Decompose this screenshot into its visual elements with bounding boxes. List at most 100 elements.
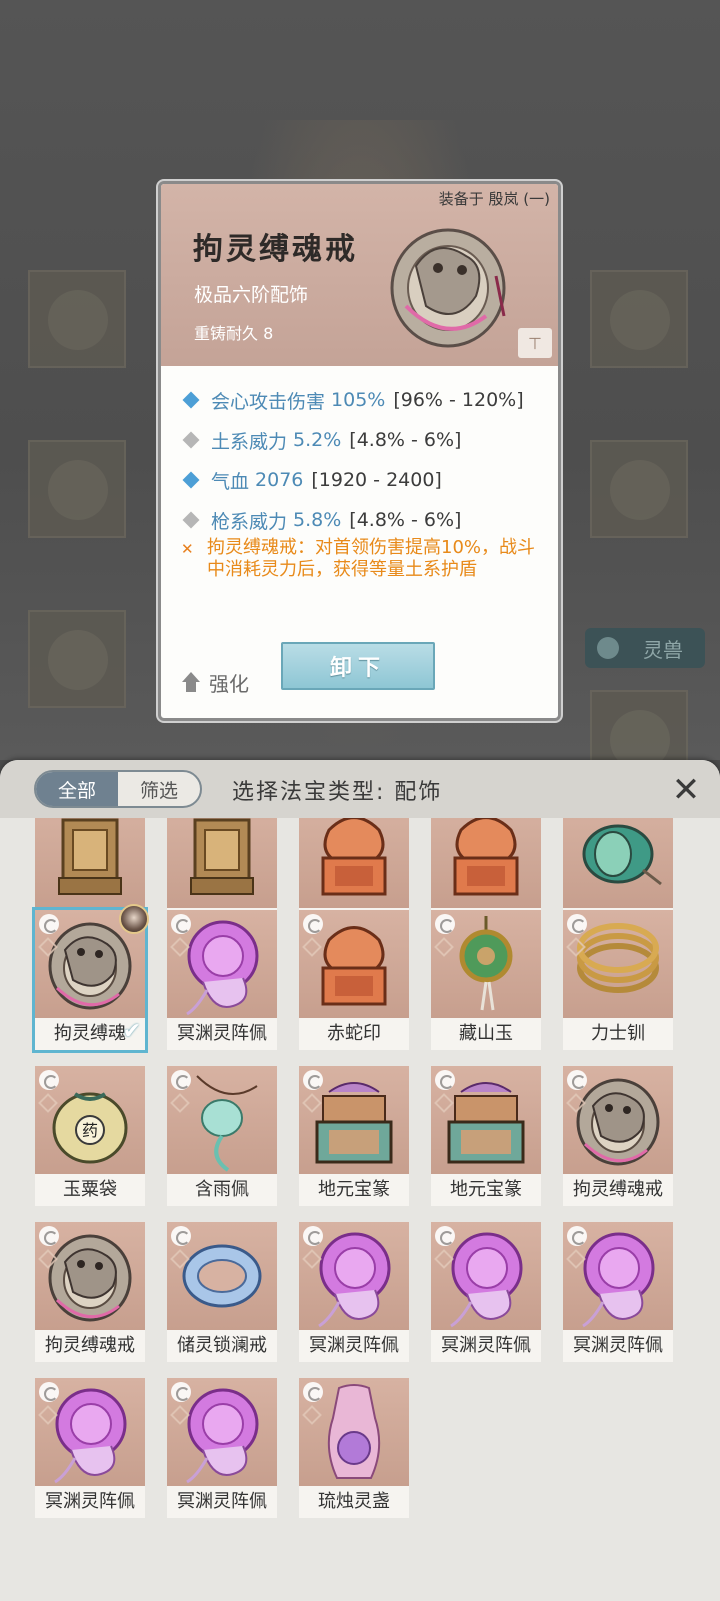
item-card[interactable]: 拘灵缚魂 ✔ — [32, 904, 149, 1053]
item-name: 地元宝篆 — [450, 1179, 522, 1200]
stat-range: [4.8% - 6%] — [349, 509, 462, 531]
item-card[interactable]: 赤蛇印 — [299, 910, 409, 1050]
item-art-seal-gold — [167, 818, 277, 908]
item-grid: 紫阳印铄金印赤蛇印赤蛇印青木鼓拘灵缚魂✔冥渊灵阵佩赤蛇印藏山玉力士钏药玉粟袋含雨… — [0, 818, 720, 1601]
diamond-icon — [182, 511, 200, 529]
diamond-icon — [182, 431, 200, 449]
accessory-type-icon — [39, 1226, 59, 1246]
equipped-on-label: 装备于 殷岚 (一) — [438, 190, 550, 208]
item-name: 冥渊灵阵佩 — [441, 1335, 531, 1356]
panel-title: 选择法宝类型: 配饰 — [232, 780, 443, 805]
accessory-type-icon — [171, 1070, 191, 1090]
item-card[interactable]: 拘灵缚魂戒 — [563, 1066, 673, 1206]
enhance-label: 强化 — [209, 672, 249, 696]
accessory-type-icon — [303, 1382, 323, 1402]
item-name: 冥渊灵阵佩 — [177, 1023, 267, 1044]
item-art-drum — [563, 818, 673, 908]
stat-range: [4.8% - 6%] — [349, 429, 462, 451]
beast-icon — [597, 637, 619, 659]
item-name: 地元宝篆 — [318, 1179, 390, 1200]
special-effect: ✕ 拘灵缚魂戒：对首领伤害提高10%，战斗中消耗灵力后，获得等量土系护盾 — [181, 537, 541, 581]
equip-slot-armor — [28, 440, 126, 538]
detail-header: 装备于 殷岚 (一) 拘灵缚魂戒 极品六阶配饰 重铸耐久 8 ⊤ — [161, 184, 558, 366]
accessory-type-icon — [303, 914, 323, 934]
owner-avatar — [119, 904, 149, 934]
item-card[interactable]: 含雨佩 — [167, 1066, 277, 1206]
item-card[interactable]: 冥渊灵阵佩 — [431, 1222, 541, 1362]
stat-value: 5.8% — [293, 509, 342, 531]
stat-line: 会心攻击伤害 105% [96% - 120%] — [181, 380, 551, 420]
item-card[interactable]: 储灵锁澜戒 — [167, 1222, 277, 1362]
accessory-type-icon — [171, 1226, 191, 1246]
item-card[interactable]: 冥渊灵阵佩 — [167, 910, 277, 1050]
unequip-button[interactable]: 卸下 — [281, 642, 435, 690]
accessory-type-icon — [39, 1382, 59, 1402]
item-name: 玉粟袋 — [63, 1179, 117, 1200]
item-card[interactable]: 地元宝篆 — [299, 1066, 409, 1206]
item-card[interactable]: 冥渊灵阵佩 — [563, 1222, 673, 1362]
item-card[interactable]: 冥渊灵阵佩 — [167, 1378, 277, 1518]
stat-value: 2076 — [255, 469, 304, 491]
item-detail-popup: 装备于 殷岚 (一) 拘灵缚魂戒 极品六阶配饰 重铸耐久 8 ⊤ 会心攻击伤害 … — [158, 181, 561, 721]
lock-icon[interactable]: ⊤ — [518, 328, 552, 358]
item-name: 冥渊灵阵佩 — [45, 1491, 135, 1512]
accessory-type-icon — [435, 914, 455, 934]
stat-line: 气血 2076 [1920 - 2400] — [181, 460, 551, 500]
item-card[interactable]: 拘灵缚魂戒 — [35, 1222, 145, 1362]
item-card[interactable]: 药玉粟袋 — [35, 1066, 145, 1206]
accessory-type-icon — [303, 1226, 323, 1246]
stat-name: 气血 — [211, 470, 250, 493]
accessory-type-icon — [435, 1226, 455, 1246]
accessory-type-icon — [567, 914, 587, 934]
item-art-seal-red — [299, 818, 409, 908]
item-name: 力士钏 — [591, 1023, 645, 1044]
item-name: 藏山玉 — [459, 1023, 513, 1044]
item-name: 冥渊灵阵佩 — [309, 1335, 399, 1356]
accessory-type-icon — [567, 1226, 587, 1246]
item-card[interactable]: 地元宝篆 — [431, 1066, 541, 1206]
diamond-icon — [182, 391, 200, 409]
item-name: 冥渊灵阵佩 — [573, 1335, 663, 1356]
special-effect-text: 拘灵缚魂戒：对首领伤害提高10%，战斗中消耗灵力后，获得等量土系护盾 — [207, 537, 536, 580]
stat-line: 枪系威力 5.8% [4.8% - 6%] — [181, 500, 551, 540]
item-name: 琉烛灵盏 — [318, 1491, 390, 1512]
stat-name: 会心攻击伤害 — [211, 390, 326, 413]
stat-value: 105% — [331, 389, 386, 411]
accessory-type-icon — [39, 1070, 59, 1090]
item-card[interactable]: 力士钏 — [563, 910, 673, 1050]
accessory-type-icon — [303, 1070, 323, 1090]
item-name: 拘灵缚魂戒 — [573, 1179, 663, 1200]
tab-all[interactable]: 全部 — [36, 772, 118, 806]
tab-filter[interactable]: 筛选 — [118, 772, 200, 806]
item-card[interactable]: 冥渊灵阵佩 — [299, 1222, 409, 1362]
svg-text:药: 药 — [82, 1121, 98, 1140]
item-art-ring — [386, 216, 516, 356]
item-card[interactable]: 琉烛灵盏 — [299, 1378, 409, 1518]
accessory-type-icon — [435, 1070, 455, 1090]
stat-range: [96% - 120%] — [393, 389, 524, 411]
equip-slot-right-2 — [590, 440, 688, 538]
stat-name: 枪系威力 — [211, 510, 288, 533]
close-icon[interactable]: ✕ — [666, 770, 706, 810]
stat-name: 土系威力 — [211, 430, 288, 453]
item-name: 拘灵缚魂戒 — [45, 1335, 135, 1356]
item-select-panel: 全部 筛选 选择法宝类型: 配饰 ✕ 紫阳印铄金印赤蛇印赤蛇印青木鼓拘灵缚魂✔冥… — [0, 760, 720, 1601]
equip-slot-accessory — [28, 610, 126, 708]
accessory-type-icon — [39, 914, 59, 934]
item-card[interactable]: 藏山玉 — [431, 910, 541, 1050]
item-art-seal-gold — [35, 818, 145, 908]
equip-slot-weapon — [28, 270, 126, 368]
enhance-button[interactable]: 强化 — [181, 668, 249, 697]
stat-value: 5.2% — [293, 429, 342, 451]
item-name: 储灵锁澜戒 — [177, 1335, 267, 1356]
item-name: 赤蛇印 — [327, 1023, 381, 1044]
item-card[interactable]: 冥渊灵阵佩 — [35, 1378, 145, 1518]
stats-list: 会心攻击伤害 105% [96% - 120%] 土系威力 5.2% [4.8%… — [181, 380, 551, 540]
item-art-seal-red — [431, 818, 541, 908]
check-icon: ✔ — [122, 1019, 141, 1044]
diamond-icon — [182, 471, 200, 489]
special-effect-icon: ✕ — [181, 540, 194, 558]
accessory-type-icon — [171, 1382, 191, 1402]
item-durability: 重铸耐久 8 — [194, 324, 274, 343]
filter-segmented-control: 全部 筛选 — [34, 770, 202, 808]
